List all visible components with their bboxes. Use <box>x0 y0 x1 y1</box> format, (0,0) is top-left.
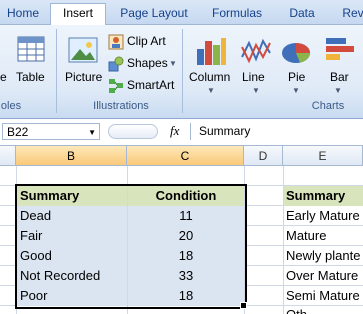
table-cell-label[interactable]: Good <box>17 246 127 266</box>
fill-handle[interactable] <box>240 302 247 309</box>
select-all-corner[interactable] <box>0 146 16 166</box>
group-separator <box>182 29 183 113</box>
tables-group-label: oles <box>0 100 22 112</box>
table-cell-value[interactable]: 18 <box>128 246 244 266</box>
shapes-dropdown-icon: ▼ <box>169 59 177 68</box>
col-e-header[interactable]: Summary <box>284 186 363 206</box>
formula-bar: B22 ▼ fx Summary <box>0 119 363 146</box>
gridline <box>244 166 245 314</box>
ribbon-tab-bar: Home Insert Page Layout Formulas Data Re… <box>0 0 363 26</box>
column-chart-icon <box>197 38 226 65</box>
pie-chart-icon <box>282 43 311 63</box>
table-cell-label[interactable]: Not Recorded <box>17 266 127 286</box>
col-e-cell[interactable]: Mature <box>284 226 363 246</box>
tab-review[interactable]: Rev <box>338 4 363 24</box>
table-cell-value[interactable]: 33 <box>128 266 244 286</box>
bar-chart-label: Bar <box>330 70 349 84</box>
pie-chart-label: Pie <box>288 70 306 84</box>
table-button-label: Table <box>16 70 45 84</box>
bar-chart-icon <box>326 38 354 60</box>
name-box-value: B22 <box>7 125 29 139</box>
ribbon: e Table oles Picture Clip Art Shapes ▼ S… <box>0 25 363 119</box>
table-cell-label[interactable]: Dead <box>17 206 127 226</box>
illustrations-group-label: Illustrations <box>93 100 149 112</box>
pie-chart-button[interactable]: Pie ▼ <box>278 33 314 97</box>
formula-bar-divider-handle[interactable] <box>108 124 158 139</box>
charts-group-label: Charts <box>311 100 345 112</box>
table-icon <box>17 36 45 62</box>
pie-dropdown-icon: ▼ <box>292 86 300 95</box>
col-e-cell[interactable]: Newly plante <box>284 246 363 266</box>
table-cell-value[interactable]: 11 <box>128 206 244 226</box>
column-header-e[interactable]: E <box>283 146 363 166</box>
column-header-d[interactable]: D <box>244 146 283 166</box>
bar-dropdown-icon: ▼ <box>334 86 342 95</box>
table-cell-value[interactable]: 18 <box>128 286 244 306</box>
tab-insert[interactable]: Insert <box>50 3 106 26</box>
line-chart-label: Line <box>242 70 265 84</box>
shapes-label: Shapes <box>127 56 168 70</box>
formula-input[interactable]: Summary <box>190 123 363 140</box>
col-e-cell[interactable]: Early Mature <box>284 206 363 226</box>
bar-chart-button[interactable]: Bar ▼ <box>320 33 358 97</box>
table-header-summary[interactable]: Summary <box>17 186 127 206</box>
table-cell-label[interactable]: Poor <box>17 286 127 306</box>
picture-icon <box>68 37 98 63</box>
tab-page-layout[interactable]: Page Layout <box>114 4 194 24</box>
smartart-button[interactable]: SmartArt <box>108 78 174 96</box>
smartart-label: SmartArt <box>127 78 175 92</box>
column-chart-label: Column <box>189 70 231 84</box>
picture-button-label: Picture <box>65 70 103 84</box>
clip-art-icon <box>108 34 124 50</box>
column-header-c[interactable]: C <box>127 146 244 166</box>
column-chart-button[interactable]: Column ▼ <box>187 33 235 97</box>
column-dropdown-icon: ▼ <box>207 86 215 95</box>
table-cell-value[interactable]: 20 <box>128 226 244 246</box>
tab-home[interactable]: Home <box>0 4 46 24</box>
partial-table-button-label[interactable]: e <box>0 70 7 84</box>
shapes-icon <box>108 56 124 72</box>
clip-art-button[interactable]: Clip Art <box>108 34 170 52</box>
insert-function-icon[interactable]: fx <box>170 123 179 139</box>
table-button[interactable]: Table <box>14 33 48 93</box>
group-separator <box>56 29 57 113</box>
col-e-cell[interactable]: Semi Mature <box>284 286 363 306</box>
line-chart-icon <box>241 38 271 64</box>
table-header-condition[interactable]: Condition <box>128 186 244 206</box>
smartart-icon <box>109 79 123 93</box>
line-chart-button[interactable]: Line ▼ <box>238 33 274 97</box>
tab-formulas[interactable]: Formulas <box>205 4 269 24</box>
line-dropdown-icon: ▼ <box>252 86 260 95</box>
clip-art-label: Clip Art <box>127 34 166 48</box>
col-e-cell[interactable]: Over Mature <box>284 266 363 286</box>
table-cell-label[interactable]: Fair <box>17 226 127 246</box>
shapes-button[interactable]: Shapes ▼ <box>108 56 177 74</box>
worksheet-grid[interactable]: Summary Condition Dead 11 Fair 20 Good 1… <box>0 166 363 314</box>
col-e-cell[interactable]: Oth <box>284 306 363 314</box>
name-box[interactable]: B22 ▼ <box>2 123 100 140</box>
name-box-dropdown-icon[interactable]: ▼ <box>88 124 96 141</box>
picture-button[interactable]: Picture <box>62 33 104 95</box>
column-header-b[interactable]: B <box>16 146 127 166</box>
tab-data[interactable]: Data <box>282 4 322 24</box>
